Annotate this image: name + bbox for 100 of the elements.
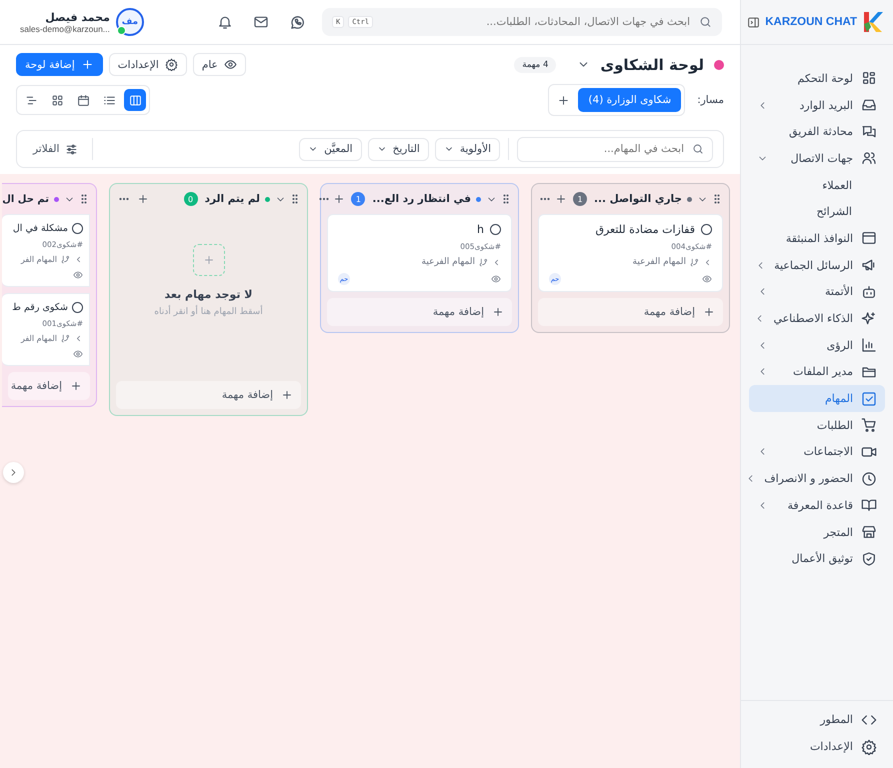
subtasks-label: المهام الفرعية <box>632 257 686 267</box>
task-checkbox[interactable] <box>72 223 83 234</box>
filter-dropdown[interactable]: التاريخ <box>368 138 429 160</box>
grid-icon <box>50 94 64 106</box>
column-title: في انتظار رد الع... <box>372 193 471 205</box>
visibility-button[interactable]: عام <box>192 53 246 76</box>
filter-dropdown[interactable]: الأولوية <box>434 138 500 160</box>
plus-icon <box>554 193 566 205</box>
subtasks-label: المهام الفرعية <box>422 257 475 267</box>
plus-icon <box>492 306 504 318</box>
sidebar-item[interactable]: توثيق الأعمال <box>749 545 885 572</box>
task-title: قفازات مضادة للتعرق <box>595 223 695 236</box>
plus-icon <box>202 254 214 266</box>
plus-icon <box>556 94 570 106</box>
window-icon <box>861 230 877 246</box>
column-title: لم يتم الرد <box>204 193 260 205</box>
brand-name: KARZOUN CHAT <box>765 16 857 28</box>
search-icon <box>692 143 704 155</box>
task-checkbox[interactable] <box>490 224 501 235</box>
plus-icon <box>80 58 94 71</box>
eye-icon <box>73 270 83 280</box>
task-checkbox[interactable] <box>701 224 712 235</box>
task-search-field[interactable]: ابحث في المهام... <box>517 136 713 162</box>
chevron-icon <box>492 258 501 266</box>
user-email: sales-demo@karzoun... <box>20 24 110 34</box>
sidebar-item[interactable]: المهام <box>749 385 885 412</box>
settings-icon <box>861 738 877 755</box>
sidebar-item[interactable]: الطلبات <box>749 412 885 439</box>
chevron-icon <box>74 334 83 343</box>
filter-dropdown[interactable]: المعيَّن <box>299 138 362 160</box>
sidebar-item[interactable]: الأتمتة <box>749 278 885 306</box>
search-icon <box>699 16 712 28</box>
sidebar-item[interactable]: الحضور و الانصراف <box>749 465 885 492</box>
add-task-button[interactable]: إضافة مهمة <box>538 298 723 326</box>
sliders-icon <box>65 142 78 156</box>
checkbox-icon <box>861 390 877 407</box>
book-icon <box>861 497 877 514</box>
column-title: تم حل ال <box>2 194 49 204</box>
chat-bubble-icon <box>288 14 306 30</box>
pipeline-label: مسار: <box>697 94 724 106</box>
eye-icon <box>73 349 83 359</box>
subtasks-label: المهام الفر <box>20 255 57 264</box>
sparkles-icon <box>861 310 877 327</box>
bar-chart-icon <box>861 337 877 354</box>
task-count: 1 <box>351 192 366 206</box>
eye-icon <box>702 274 712 284</box>
branch-icon <box>61 334 70 343</box>
chevron-icon <box>703 258 712 266</box>
sidebar-item[interactable]: البريد الوارد <box>749 92 885 118</box>
sidebar-item[interactable]: محادثة الفريق <box>749 118 885 146</box>
task-title: h <box>477 223 484 236</box>
inbox-icon <box>861 97 877 114</box>
bell-icon <box>217 14 233 30</box>
sidebar-item[interactable]: النوافذ المنبثقة <box>749 225 885 252</box>
sidebar-item[interactable]: المتجر <box>749 518 885 546</box>
sidebar-item[interactable]: الذكاء الاصطناعي <box>749 305 885 332</box>
sidebar-item[interactable]: الرؤى <box>749 332 885 359</box>
sidebar-item[interactable]: الرسائل الجماعية <box>749 252 885 278</box>
users-icon <box>861 150 877 166</box>
empty-title: لا توجد مهام بعد <box>164 288 252 301</box>
pipeline-tab[interactable]: شكاوى الوزارة (4) <box>578 88 682 112</box>
cart-icon <box>861 417 877 434</box>
sidebar-item[interactable]: الاجتماعات <box>749 438 885 466</box>
sidebar-item[interactable]: جهات الاتصال <box>749 145 885 172</box>
subtasks-label: المهام الفر <box>20 334 57 343</box>
add-task-button[interactable]: إضافة مهمة <box>8 372 90 400</box>
settings-button[interactable]: الإعدادات <box>108 53 187 76</box>
settings-icon <box>164 58 178 71</box>
megaphone-icon <box>861 257 877 274</box>
store-icon <box>861 524 877 540</box>
plus-icon <box>703 306 715 318</box>
user-avatar[interactable]: مف <box>116 8 144 36</box>
sidebar-item[interactable]: قاعدة المعرفة <box>749 492 885 519</box>
sidebar-item[interactable]: لوحة التحكم <box>749 65 885 92</box>
task-title: شكوى رقم ط <box>12 302 68 313</box>
empty-hint: أسقط المهام هنا أو انقر أدناه <box>154 307 263 317</box>
add-board-button[interactable]: إضافة لوحة <box>16 53 103 76</box>
plus-icon <box>333 193 346 205</box>
eye-icon <box>224 58 237 71</box>
view-toggle[interactable] <box>124 89 146 111</box>
sidebar-subitem[interactable]: الشرائح <box>749 198 885 226</box>
sidebar-item[interactable]: المطور <box>749 706 885 734</box>
clock-icon <box>861 470 877 487</box>
add-task-button[interactable]: إضافة مهمة <box>116 381 301 409</box>
collapse-sidebar-button[interactable] <box>747 16 760 28</box>
chevron-icon <box>74 255 83 264</box>
column-title: جاري التواصل ... <box>594 193 682 205</box>
calendar-icon <box>76 94 90 106</box>
plus-icon <box>137 193 149 205</box>
panel-icon <box>747 16 760 28</box>
sidebar-item[interactable]: مدير الملفات <box>749 358 885 386</box>
task-count: 1 <box>573 192 588 206</box>
board-title: لوحة الشكاوى <box>600 56 704 74</box>
robot-icon <box>861 284 877 300</box>
eye-icon <box>491 274 501 284</box>
add-task-button[interactable]: إضافة مهمة <box>327 298 512 326</box>
sidebar-subitem[interactable]: العملاء <box>749 172 885 198</box>
filters-button[interactable]: الفلاتر <box>27 138 94 160</box>
sidebar-item[interactable]: الإعدادات <box>749 733 885 760</box>
task-checkbox[interactable] <box>72 302 83 313</box>
